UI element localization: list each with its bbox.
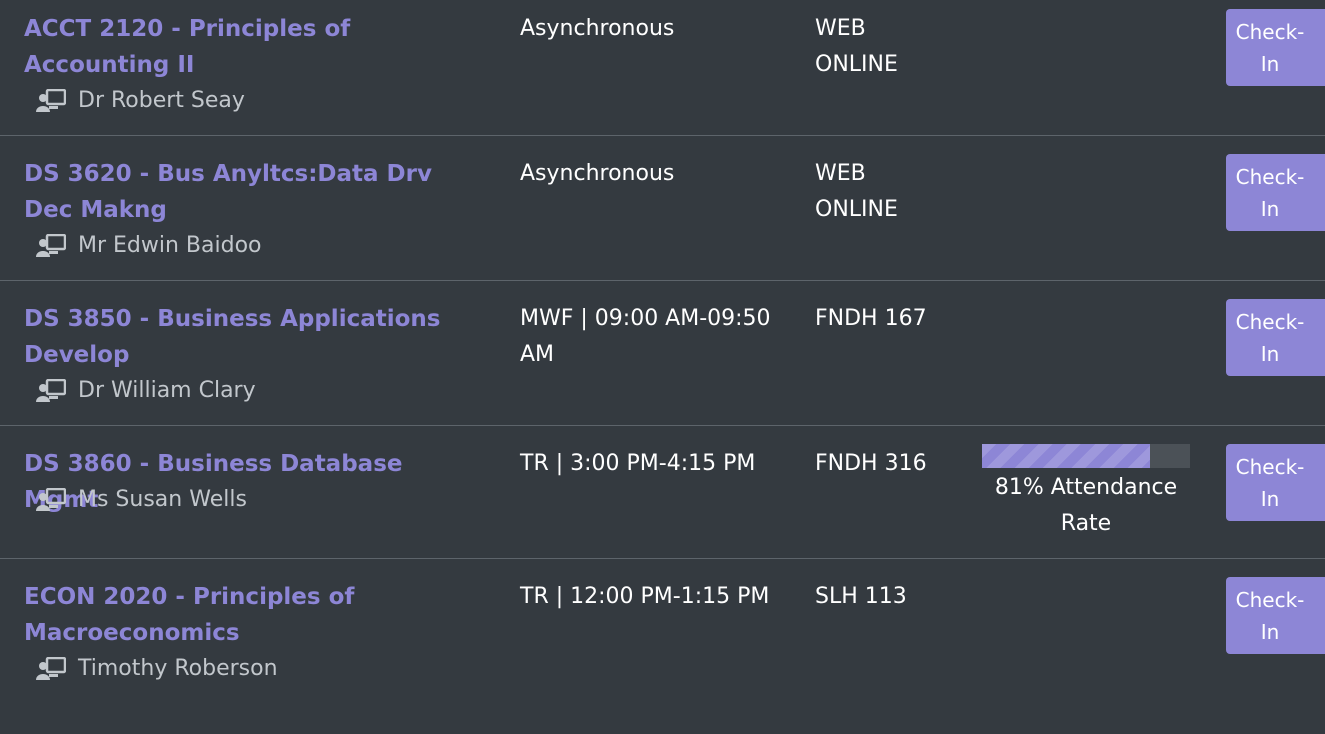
- chalkboard-teacher-icon: [36, 657, 66, 681]
- course-row: DS 3850 - Business Applications Develop …: [0, 281, 1325, 426]
- attendance-progress-track: [982, 444, 1190, 468]
- instructor: Timothy Roberson: [36, 651, 278, 687]
- meeting-time: Asynchronous: [520, 16, 675, 41]
- course-title-link[interactable]: DS 3620 - Bus Anyltcs:Data Drv Dec Makng: [24, 156, 474, 228]
- instructor: Ms Susan Wells: [36, 482, 247, 518]
- meeting-time: MWF | 09:00 AM-09:50 AM: [520, 306, 771, 367]
- check-in-button[interactable]: Check-In: [1226, 154, 1325, 231]
- check-in-button[interactable]: Check-In: [1226, 299, 1325, 376]
- location: WEB ONLINE: [815, 161, 898, 222]
- course-row: ACCT 2120 - Principles of Accounting II …: [0, 0, 1325, 136]
- course-row: DS 3860 - Business Database Mgmt Ms Susa…: [0, 426, 1325, 559]
- location: SLH 113: [815, 584, 907, 609]
- attendance-progress-fill: [982, 444, 1151, 468]
- chalkboard-teacher-icon: [36, 234, 66, 258]
- instructor-name: Dr William Clary: [78, 378, 256, 403]
- chalkboard-teacher-icon: [36, 89, 66, 113]
- chalkboard-teacher-icon: [36, 488, 66, 512]
- instructor-name: Timothy Roberson: [78, 656, 278, 681]
- course-row: DS 3620 - Bus Anyltcs:Data Drv Dec Makng…: [0, 136, 1325, 281]
- check-in-button[interactable]: Check-In: [1226, 577, 1325, 654]
- attendance-progress: 81% Attendance Rate: [982, 444, 1190, 542]
- course-title-link[interactable]: ACCT 2120 - Principles of Accounting II: [24, 11, 474, 83]
- attendance-rate-label: 81% Attendance Rate: [994, 475, 1178, 536]
- check-in-button[interactable]: Check-In: [1226, 444, 1325, 521]
- course-title-link[interactable]: DS 3850 - Business Applications Develop: [24, 301, 474, 373]
- instructor: Dr Robert Seay: [36, 83, 245, 119]
- location: FNDH 167: [815, 306, 927, 331]
- course-title-link[interactable]: ECON 2020 - Principles of Macroeconomics: [24, 579, 474, 651]
- meeting-time: TR | 12:00 PM-1:15 PM: [520, 584, 770, 609]
- check-in-button[interactable]: Check-In: [1226, 9, 1325, 86]
- location: FNDH 316: [815, 451, 927, 476]
- instructor: Mr Edwin Baidoo: [36, 228, 262, 264]
- meeting-time: Asynchronous: [520, 161, 675, 186]
- instructor-name: Dr Robert Seay: [78, 88, 245, 113]
- instructor: Dr William Clary: [36, 373, 256, 409]
- instructor-name: Mr Edwin Baidoo: [78, 233, 262, 258]
- chalkboard-teacher-icon: [36, 379, 66, 403]
- meeting-time: TR | 3:00 PM-4:15 PM: [520, 451, 756, 476]
- instructor-name: Ms Susan Wells: [78, 487, 247, 512]
- location: WEB ONLINE: [815, 16, 898, 77]
- course-row: ECON 2020 - Principles of Macroeconomics…: [0, 559, 1325, 734]
